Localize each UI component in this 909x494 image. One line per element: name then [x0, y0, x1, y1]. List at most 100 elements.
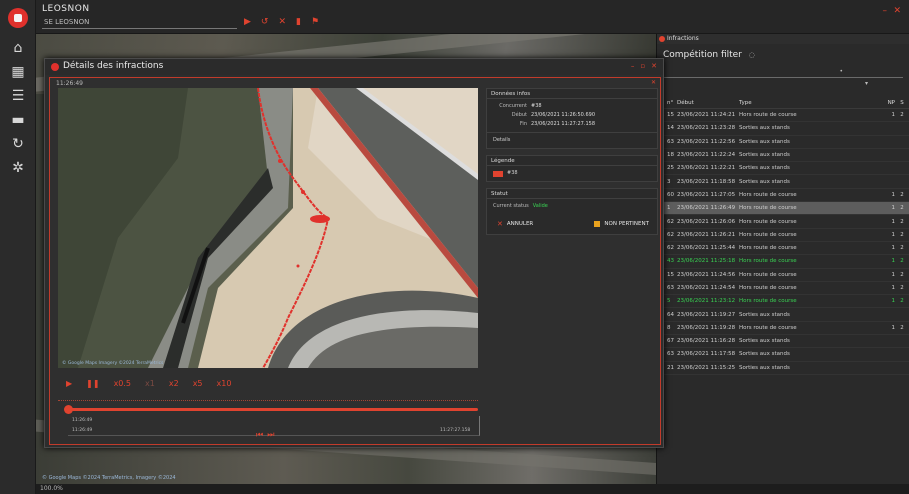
timeline-track — [58, 400, 478, 402]
row-date: 23/06/2021 11:24:54 — [677, 285, 736, 291]
table-row[interactable]: ▶6223/06/2021 11:25:44Hors route de cour… — [657, 242, 909, 256]
infractions-table-body: ▶1523/06/2021 11:24:21Hors route de cour… — [657, 109, 909, 375]
table-row[interactable]: ▶6323/06/2021 11:22:56Sorties aux stands — [657, 136, 909, 149]
row-date: 23/06/2021 11:23:28 — [677, 125, 736, 132]
table-row[interactable]: ▶4323/06/2021 11:25:18Hors route de cour… — [657, 255, 909, 269]
dialog-title-bar[interactable]: Détails des infractions – ▫ ✕ — [45, 59, 663, 75]
row-date: 23/06/2021 11:25:18 — [677, 258, 736, 265]
flag-icon[interactable]: ⚑ — [311, 16, 319, 28]
row-s: 2 — [900, 205, 904, 212]
legend-box: Légende #38 — [486, 155, 658, 182]
row-number: 64 — [667, 311, 674, 318]
table-row[interactable]: ▶6423/06/2021 11:19:27Sorties aux stands — [657, 308, 909, 322]
table-row[interactable]: ▶323/06/2021 11:18:58Sorties aux stands — [657, 175, 909, 189]
row-date: 23/06/2021 11:23:12 — [677, 298, 736, 305]
table-row[interactable]: ▶523/06/2021 11:23:12Hors route de cours… — [657, 295, 909, 309]
table-row[interactable]: ▶6323/06/2021 11:17:58Sorties aux stands — [657, 348, 909, 362]
home-icon[interactable]: ⌂ — [8, 38, 28, 58]
history-icon[interactable]: ↺ — [261, 16, 269, 28]
competitor-label: Concurrent — [499, 103, 527, 109]
video-view[interactable]: © Google Maps Imagery ©2024 TerraMetrics — [58, 88, 478, 368]
delete-icon[interactable]: ▮ — [296, 16, 301, 28]
table-row[interactable]: ▶6723/06/2021 11:16:28Sorties aux stands — [657, 335, 909, 349]
row-number: 62 — [667, 231, 674, 238]
dashboard-icon[interactable]: ▦ — [8, 62, 28, 82]
row-type: Hors route de course — [739, 324, 797, 331]
cancel-button[interactable]: ✕ ANNULER — [497, 220, 533, 228]
video-attribution[interactable]: © Google Maps Imagery ©2024 TerraMetrics — [62, 361, 163, 366]
dialog-icon — [51, 63, 59, 71]
speed-2-button[interactable]: x2 — [169, 379, 179, 388]
col-date[interactable]: Début — [677, 100, 739, 106]
filter-clear-icon[interactable]: ◌ — [749, 51, 755, 59]
speed-1-button[interactable]: x1 — [145, 379, 155, 388]
row-number: 18 — [667, 152, 674, 159]
timeline-slider-handle[interactable] — [64, 405, 73, 414]
refresh-icon[interactable]: ↻ — [8, 134, 28, 154]
layer-select[interactable]: SE LEOSNON — [42, 16, 237, 29]
list-icon[interactable]: ☰ — [8, 86, 28, 106]
inner-close-button[interactable]: ✕ — [651, 79, 656, 86]
play-icon[interactable]: ▶ — [244, 16, 251, 28]
table-row[interactable]: ▶6223/06/2021 11:26:06Hors route de cour… — [657, 215, 909, 229]
row-number: 43 — [667, 258, 674, 265]
row-type: Hors route de course — [739, 271, 797, 278]
dialog-maximize-button[interactable]: ▫ — [640, 62, 645, 70]
table-row[interactable]: ▶6223/06/2021 11:26:21Hors route de cour… — [657, 229, 909, 242]
next-icon[interactable]: ⏭ — [267, 430, 274, 440]
row-np: 1 — [891, 271, 896, 278]
timeline-slider[interactable] — [68, 408, 478, 411]
chat-icon[interactable]: ▬ — [8, 110, 28, 130]
map-attribution[interactable]: © Google Maps ©2024 TerraMetrics, Imager… — [42, 475, 176, 481]
general-data-box: Données infos Concurrent #38 Début 23/06/2… — [486, 88, 658, 149]
close-icon[interactable]: ✕ — [278, 16, 286, 28]
minimize-button[interactable]: – — [883, 6, 888, 16]
row-date: 23/06/2021 11:19:27 — [677, 311, 736, 318]
table-row[interactable]: ▶6023/06/2021 11:27:05Hors route de cour… — [657, 189, 909, 203]
speed-5-button[interactable]: x5 — [193, 379, 203, 388]
previous-icon[interactable]: ⏮ — [256, 430, 263, 440]
row-number: 62 — [667, 218, 674, 225]
row-number: 1 — [667, 205, 671, 212]
table-row[interactable]: ▶1823/06/2021 11:22:24Sorties aux stands — [657, 149, 909, 163]
row-date: 23/06/2021 11:16:28 — [677, 338, 736, 345]
competition-filter-title: Compétition filter ◌ — [657, 44, 909, 66]
row-type: Sorties aux stands — [739, 165, 790, 172]
table-row[interactable]: ▶2523/06/2021 11:22:21Sorties aux stands — [657, 162, 909, 176]
row-type: Hors route de course — [739, 191, 797, 198]
row-type: Sorties aux stands — [739, 338, 790, 345]
table-row[interactable]: ▶123/06/2021 11:26:49Hors route de cours… — [657, 202, 909, 216]
col-s[interactable]: S — [895, 100, 909, 106]
row-np: 1 — [891, 191, 896, 198]
pause-button[interactable]: ❚❚ — [86, 379, 99, 388]
filter-input-2[interactable]: ▾ — [663, 80, 903, 90]
cancel-button-label: ANNULER — [506, 221, 534, 227]
table-row[interactable]: ▶2123/06/2021 11:15:25Sorties aux stands — [657, 362, 909, 375]
row-s: 2 — [900, 112, 904, 119]
speed-0-5-button[interactable]: x0.5 — [114, 379, 131, 388]
row-s: 2 — [900, 298, 904, 305]
dialog-minimize-button[interactable]: – — [631, 62, 635, 70]
not-relevant-button[interactable]: NON PERTINENT — [594, 220, 649, 228]
table-row[interactable]: ▶1523/06/2021 11:24:56Hors route de cour… — [657, 269, 909, 282]
speed-10-button[interactable]: x10 — [217, 379, 232, 388]
table-row[interactable]: ▶1423/06/2021 11:23:28Sorties aux stands — [657, 122, 909, 136]
col-n[interactable]: n° — [667, 100, 677, 106]
col-np[interactable]: NP — [881, 100, 895, 106]
col-type[interactable]: Type — [739, 100, 881, 106]
row-date: 23/06/2021 11:22:56 — [677, 138, 736, 145]
row-s: 2 — [900, 231, 904, 238]
table-row[interactable]: ▶823/06/2021 11:19:28Hors route de cours… — [657, 322, 909, 336]
row-date: 23/06/2021 11:22:21 — [677, 165, 736, 172]
table-row[interactable]: ▶1523/06/2021 11:24:21Hors route de cour… — [657, 109, 909, 123]
row-date: 23/06/2021 11:24:56 — [677, 271, 736, 278]
table-row[interactable]: ▶6323/06/2021 11:24:54Hors route de cour… — [657, 282, 909, 296]
settings-icon[interactable]: ✲ — [8, 158, 28, 178]
dialog-close-button[interactable]: ✕ — [651, 62, 657, 70]
close-window-button[interactable]: ✕ — [893, 6, 901, 16]
app-title: LEOSNON — [42, 4, 90, 14]
sidebar: ⌂ ▦ ☰ ▬ ↻ ✲ — [0, 0, 36, 494]
filter-input-1[interactable]: • — [663, 68, 903, 78]
play-button[interactable]: ▶ — [66, 379, 72, 388]
infractions-icon — [659, 36, 665, 42]
